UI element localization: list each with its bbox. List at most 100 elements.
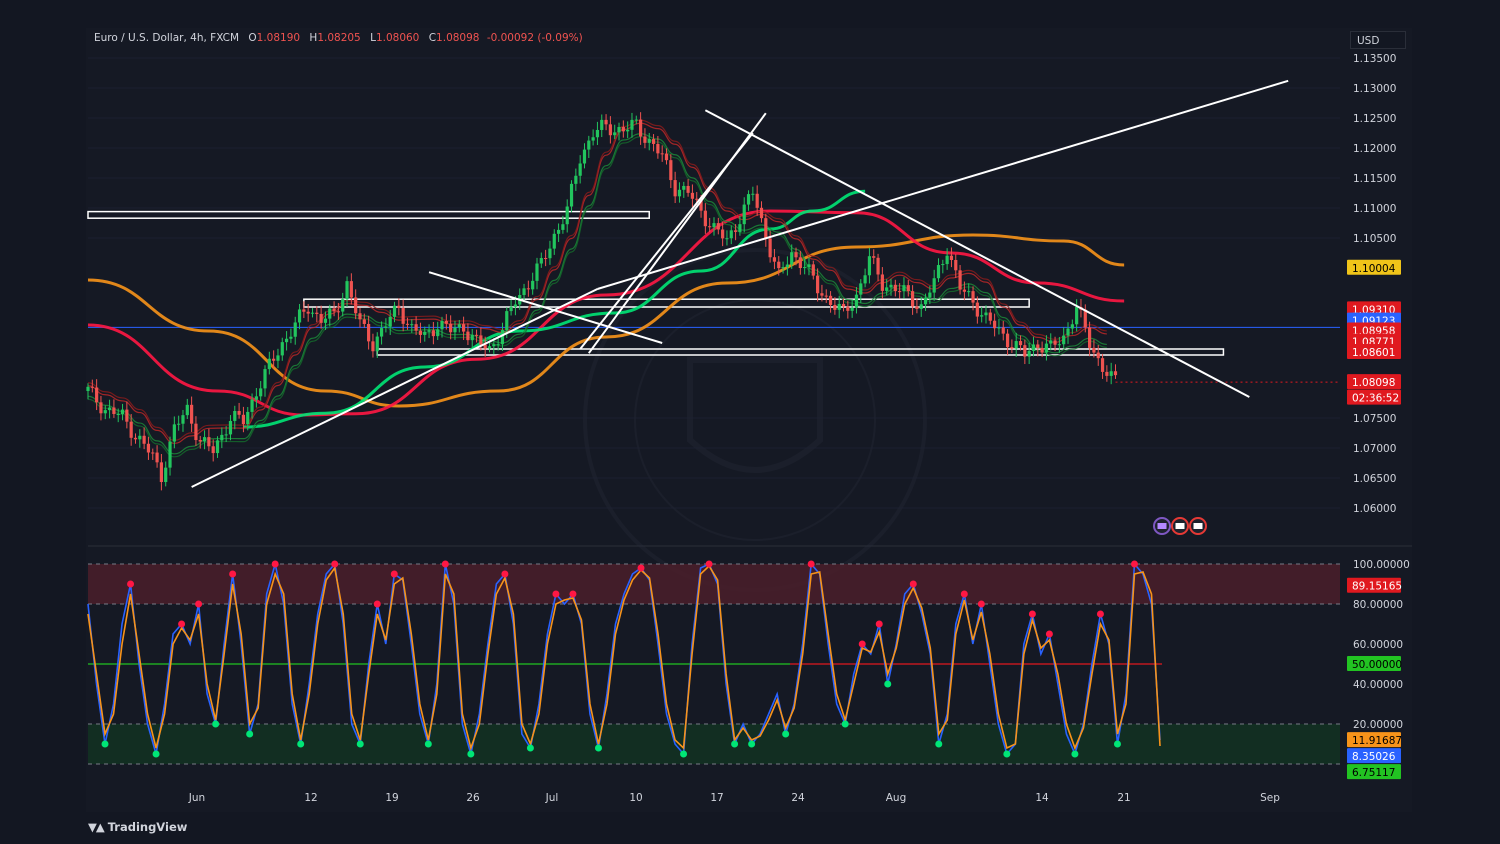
candle-body: [384, 326, 388, 329]
moving-average-line: [87, 233, 1125, 408]
candle-body: [639, 119, 643, 137]
candle-body: [431, 330, 435, 337]
candle-body: [893, 284, 897, 292]
stoch-sell-dot: [229, 570, 237, 578]
price-tick-label: 1.07500: [1353, 413, 1396, 425]
candle-body: [1049, 340, 1053, 344]
candle-body: [608, 124, 612, 136]
symbol-name[interactable]: Euro / U.S. Dollar, 4h, FXCM: [94, 32, 239, 44]
candle-body: [945, 255, 949, 265]
price-tick-label: 1.12500: [1353, 113, 1396, 125]
candle-body: [151, 452, 155, 454]
time-tick-label: 12: [304, 792, 317, 804]
candle-body: [358, 313, 362, 320]
candle-body: [988, 312, 992, 321]
candle-body: [777, 261, 781, 269]
stoch-sell-dot: [373, 600, 381, 608]
time-tick-label: 26: [466, 792, 480, 804]
candle-body: [207, 437, 211, 447]
stoch-buy-dot: [1003, 750, 1011, 758]
oversold-zone: [88, 724, 1340, 764]
candle-body: [738, 224, 742, 232]
symbol-header[interactable]: Euro / U.S. Dollar, 4h, FXCM O1.08190 H1…: [94, 32, 583, 44]
stoch-sell-dot: [858, 640, 866, 648]
candle-body: [500, 330, 505, 345]
candle-body: [967, 291, 971, 293]
candle-body: [211, 446, 215, 454]
candle-body: [90, 386, 94, 388]
candle-body: [677, 189, 682, 197]
candle-body: [1092, 347, 1096, 353]
currency-button[interactable]: USD: [1350, 31, 1406, 49]
candle-body: [785, 264, 789, 268]
candle-body: [1001, 327, 1005, 334]
watermark-inner-ring: [634, 299, 876, 541]
candle-body: [803, 267, 807, 269]
stoch-buy-dot: [594, 744, 602, 752]
candle-body: [397, 305, 401, 308]
stoch-sell-dot: [807, 560, 815, 568]
candle-body: [280, 342, 284, 356]
candle-body: [444, 320, 448, 324]
time-tick-label: 24: [791, 792, 805, 804]
candle-body: [729, 230, 733, 239]
candle-body: [544, 258, 548, 260]
tradingview-logo[interactable]: ▼▲ TradingView: [88, 820, 187, 834]
candle-body: [941, 264, 945, 266]
candle-body: [388, 316, 392, 327]
candle-body: [246, 411, 250, 425]
candle-body: [1014, 341, 1018, 349]
candle-body: [306, 311, 310, 314]
chart-canvas[interactable]: 1.13500 1.13000 1.12500 1.12000 1.11500 1.110…: [0, 0, 1500, 844]
candle-body: [228, 420, 233, 435]
candle-body: [371, 341, 375, 352]
candle-body: [1057, 344, 1061, 346]
stoch-buy-dot: [526, 744, 534, 752]
candle-body: [172, 424, 176, 442]
candle-body: [582, 149, 587, 164]
candle-body: [1100, 358, 1105, 372]
candle-body: [798, 257, 802, 269]
candle-body: [811, 264, 815, 276]
candle-body: [807, 264, 811, 268]
candle-body: [310, 312, 315, 314]
candle-body: [552, 233, 556, 249]
high-value: 1.08205: [317, 32, 361, 44]
candle-body: [643, 136, 647, 143]
candle-body: [168, 441, 172, 468]
candle-body: [418, 330, 423, 335]
price-tick-label: 1.06000: [1353, 503, 1396, 515]
candle-body: [673, 180, 677, 197]
stoch-sell-dot: [331, 560, 339, 568]
candle-body: [142, 435, 146, 444]
candle-body: [185, 404, 189, 416]
candle-body: [241, 414, 246, 425]
candle-body: [410, 324, 414, 326]
price-tick-label: 1.06500: [1353, 473, 1396, 485]
candle-body: [915, 306, 919, 309]
candle-body: [319, 313, 323, 323]
candle-body: [962, 289, 966, 292]
candle-body: [993, 320, 997, 329]
stoch-sell-dot: [552, 590, 560, 598]
candle-body: [725, 238, 729, 240]
candle-body: [733, 230, 738, 232]
time-tick-label: 21: [1117, 792, 1130, 804]
candle-body: [164, 467, 168, 483]
time-tick-label: 17: [710, 792, 723, 804]
stoch-sell-dot: [1130, 560, 1138, 568]
candle-body: [522, 288, 526, 296]
candle-body: [885, 287, 889, 291]
time-tick-label: 14: [1035, 792, 1049, 804]
stoch-sell-dot: [1096, 610, 1104, 618]
candle-body: [794, 252, 798, 258]
trendline: [597, 79, 1289, 290]
candle-body: [120, 409, 125, 414]
candle-body: [936, 265, 941, 279]
candle-body: [708, 226, 712, 228]
candle-body: [284, 338, 289, 343]
stoch-buy-dot: [731, 740, 739, 748]
candle-body: [867, 256, 872, 276]
candle-body: [341, 299, 345, 312]
candle-body: [958, 270, 962, 290]
